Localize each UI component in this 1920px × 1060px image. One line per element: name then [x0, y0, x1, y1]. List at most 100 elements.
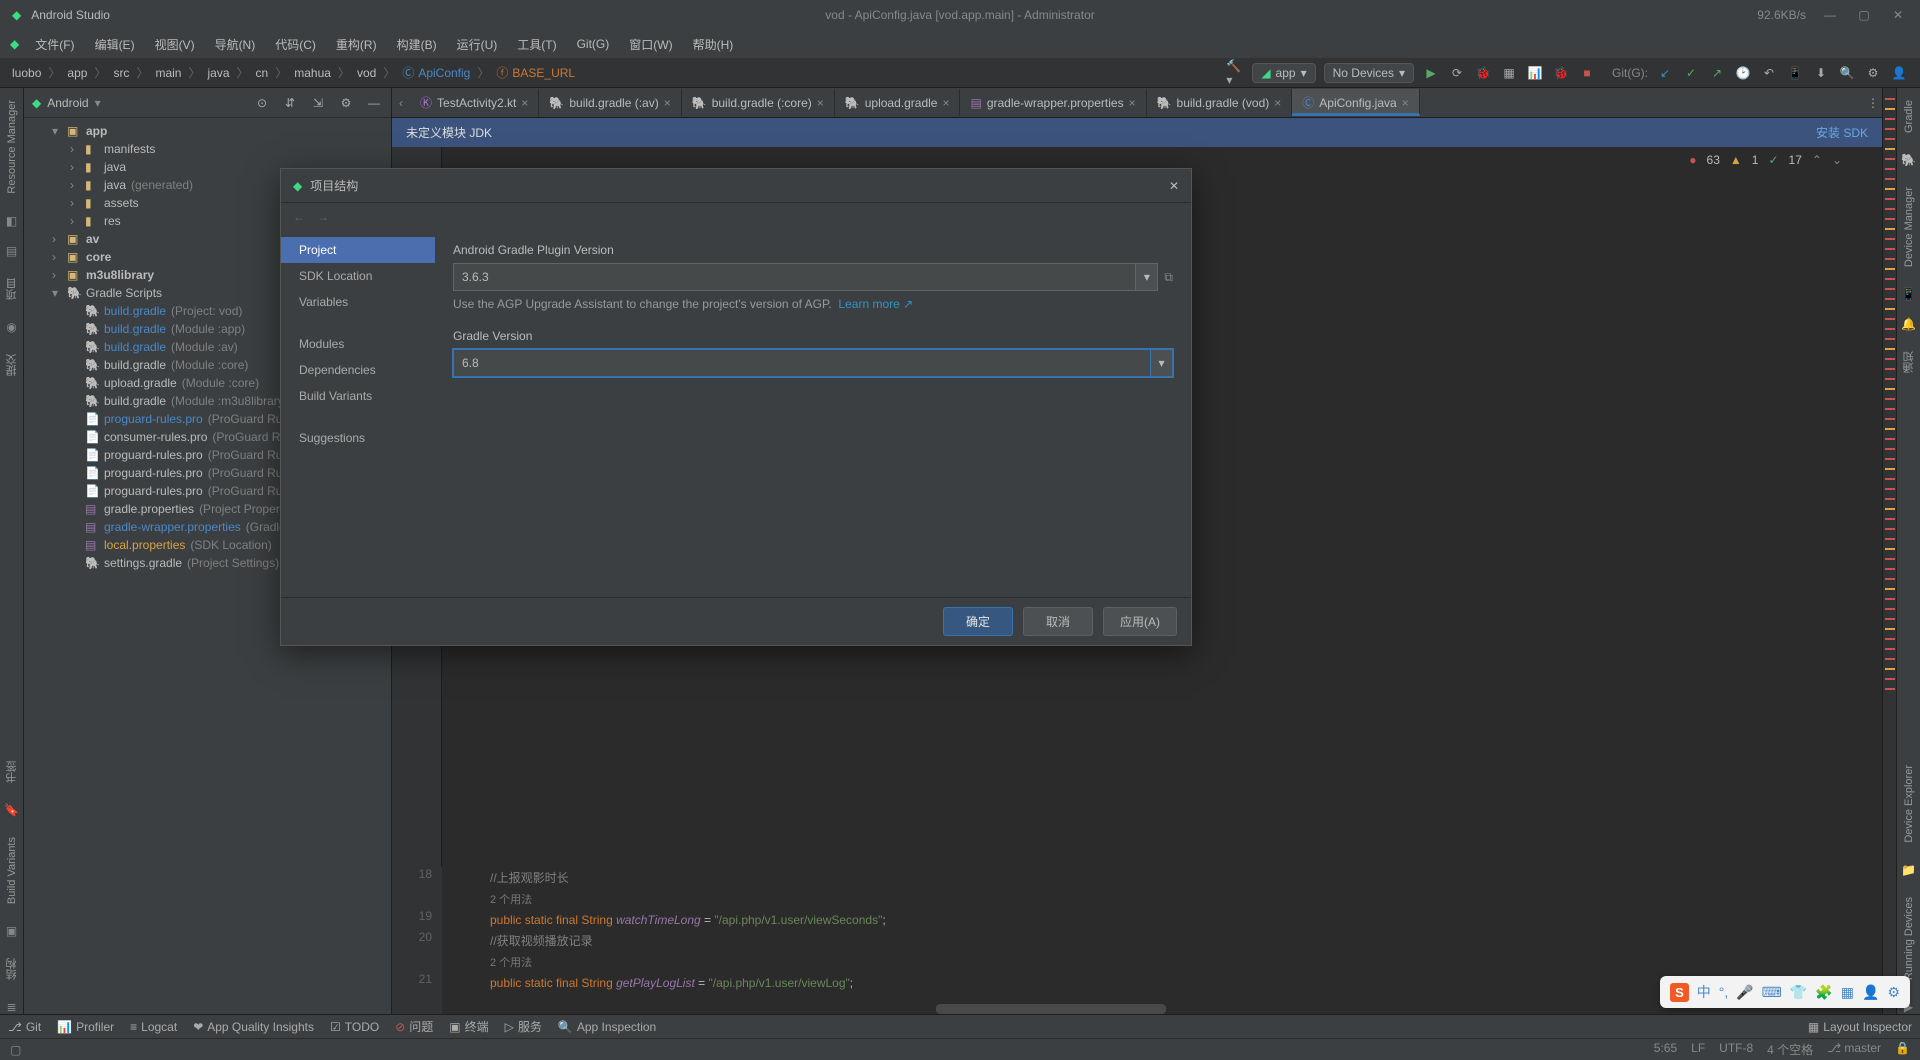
ok-button[interactable]: 确定 — [943, 607, 1013, 636]
crumb[interactable]: app — [67, 66, 87, 80]
error-mark[interactable] — [1885, 98, 1895, 100]
error-mark[interactable] — [1885, 528, 1895, 530]
crumb[interactable]: main — [155, 66, 181, 80]
tab-more-icon[interactable]: ⋮ — [1864, 94, 1882, 112]
run-icon[interactable]: ▶ — [1422, 64, 1440, 82]
error-mark[interactable] — [1885, 468, 1895, 470]
tab-prev-icon[interactable]: ‹ — [392, 94, 410, 112]
account-icon[interactable]: 👤 — [1890, 64, 1908, 82]
menu-help[interactable]: 帮助(H) — [685, 33, 742, 56]
forward-icon[interactable]: → — [317, 210, 329, 224]
error-mark[interactable] — [1885, 538, 1895, 540]
error-mark[interactable] — [1885, 138, 1895, 140]
stop-icon[interactable]: ■ — [1578, 64, 1596, 82]
error-mark[interactable] — [1885, 318, 1895, 320]
crumb[interactable]: src — [113, 66, 129, 80]
error-mark[interactable] — [1885, 188, 1895, 190]
error-mark[interactable] — [1885, 618, 1895, 620]
close-button[interactable]: ✕ — [1888, 5, 1908, 25]
error-mark[interactable] — [1885, 228, 1895, 230]
chevron-down-icon[interactable]: ⌄ — [1832, 153, 1842, 167]
error-mark[interactable] — [1885, 178, 1895, 180]
error-mark[interactable] — [1885, 128, 1895, 130]
dialog-side-item[interactable]: Project — [281, 237, 435, 263]
error-mark[interactable] — [1885, 498, 1895, 500]
error-mark[interactable] — [1885, 668, 1895, 670]
bottom-tab-layout-inspector[interactable]: ▦Layout Inspector — [1808, 1020, 1912, 1034]
menu-build[interactable]: 构建(B) — [389, 33, 445, 56]
close-icon[interactable]: × — [1402, 96, 1409, 110]
back-icon[interactable]: ← — [293, 210, 305, 224]
right-tab-running-devices[interactable]: Running Devices — [1901, 893, 1917, 984]
error-mark[interactable] — [1885, 158, 1895, 160]
error-mark[interactable] — [1885, 508, 1895, 510]
status-cursor[interactable]: 5:65 — [1654, 1041, 1677, 1058]
editor-tab[interactable]: 🐘build.gradle (vod)× — [1147, 89, 1293, 116]
left-tab-project[interactable]: 项目 — [2, 274, 22, 304]
menu-tools[interactable]: 工具(T) — [509, 33, 564, 56]
error-mark[interactable] — [1885, 168, 1895, 170]
menu-git[interactable]: Git(G) — [569, 34, 618, 54]
error-mark[interactable] — [1885, 288, 1895, 290]
settings-icon[interactable]: ⚙ — [1864, 64, 1882, 82]
close-icon[interactable]: ✕ — [1169, 179, 1179, 193]
menu-file[interactable]: 文件(F) — [27, 33, 82, 56]
error-mark[interactable] — [1885, 108, 1895, 110]
maximize-button[interactable]: ▢ — [1854, 5, 1874, 25]
status-branch[interactable]: ⎇ master — [1827, 1041, 1881, 1058]
menu-window[interactable]: 窗口(W) — [621, 33, 680, 56]
error-mark[interactable] — [1885, 458, 1895, 460]
chevron-up-icon[interactable]: ⌃ — [1812, 153, 1822, 167]
error-mark[interactable] — [1885, 338, 1895, 340]
dialog-side-item[interactable]: SDK Location — [281, 263, 435, 289]
error-mark[interactable] — [1885, 658, 1895, 660]
status-indent[interactable]: 4 个空格 — [1767, 1041, 1813, 1058]
agp-version-field[interactable]: ▾ ⧉ — [453, 263, 1173, 291]
editor-tab[interactable]: 🐘build.gradle (:core)× — [682, 89, 835, 116]
error-mark[interactable] — [1885, 418, 1895, 420]
right-tab-device-explorer[interactable]: Device Explorer — [1901, 761, 1917, 847]
error-mark[interactable] — [1885, 218, 1895, 220]
error-mark[interactable] — [1885, 678, 1895, 680]
ime-settings-icon[interactable]: ⚙ — [1887, 984, 1900, 1001]
editor-tab[interactable]: ▤gradle-wrapper.properties× — [960, 89, 1146, 116]
left-tab-resource-manager[interactable]: Resource Manager — [4, 96, 20, 198]
gradle-version-field[interactable]: ▾ — [453, 349, 1173, 377]
ime-skin-icon[interactable]: 👕 — [1790, 984, 1807, 1001]
error-mark[interactable] — [1885, 568, 1895, 570]
menu-view[interactable]: 视图(V) — [147, 33, 203, 56]
error-mark[interactable] — [1885, 688, 1895, 690]
error-mark[interactable] — [1885, 298, 1895, 300]
error-mark[interactable] — [1885, 268, 1895, 270]
error-mark[interactable] — [1885, 388, 1895, 390]
crumb-field[interactable]: BASE_URL — [512, 66, 575, 80]
horizontal-scrollbar[interactable] — [936, 1004, 1166, 1014]
error-mark[interactable] — [1885, 588, 1895, 590]
right-tab-device-manager[interactable]: Device Manager — [1901, 183, 1917, 271]
crumb-class[interactable]: ApiConfig — [418, 66, 470, 80]
error-mark[interactable] — [1885, 358, 1895, 360]
error-stripe[interactable] — [1882, 88, 1896, 1014]
ime-voice-icon[interactable]: 🎤 — [1736, 984, 1753, 1001]
error-mark[interactable] — [1885, 258, 1895, 260]
project-view-selector[interactable]: Android — [47, 96, 88, 110]
error-mark[interactable] — [1885, 248, 1895, 250]
close-icon[interactable]: × — [664, 96, 671, 110]
error-mark[interactable] — [1885, 478, 1895, 480]
error-mark[interactable] — [1885, 608, 1895, 610]
error-mark[interactable] — [1885, 328, 1895, 330]
ime-keyboard-icon[interactable]: ⌨ — [1762, 984, 1782, 1001]
lock-icon[interactable]: 🔒 — [1895, 1041, 1910, 1058]
git-commit-icon[interactable]: ✓ — [1682, 64, 1700, 82]
crumb[interactable]: vod — [357, 66, 376, 80]
menu-code[interactable]: 代码(C) — [267, 33, 324, 56]
ime-person-icon[interactable]: 👤 — [1862, 984, 1879, 1001]
close-icon[interactable]: × — [1129, 96, 1136, 110]
git-update-icon[interactable]: ↙ — [1656, 64, 1674, 82]
close-icon[interactable]: × — [1274, 96, 1281, 110]
status-encoding[interactable]: UTF-8 — [1719, 1041, 1753, 1058]
close-icon[interactable]: × — [521, 96, 528, 110]
hammer-icon[interactable]: 🔨▾ — [1226, 64, 1244, 82]
close-icon[interactable]: × — [942, 96, 949, 110]
status-line-sep[interactable]: LF — [1691, 1041, 1705, 1058]
